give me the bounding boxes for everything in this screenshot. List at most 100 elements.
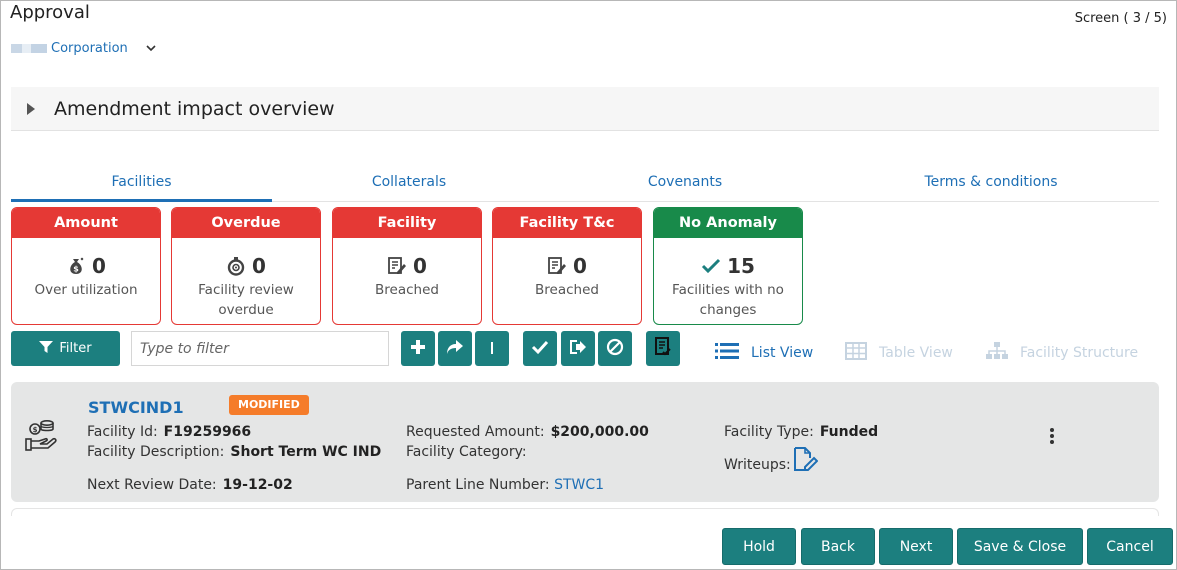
card-value: 0 — [252, 254, 266, 278]
parent-line-label: Parent Line Number: — [406, 477, 550, 493]
filter-label: Filter — [59, 341, 92, 356]
document-edit-icon — [387, 256, 407, 276]
save-close-button[interactable]: Save & Close — [957, 528, 1083, 565]
next-button[interactable]: Next — [879, 528, 953, 565]
table-view-label: Table View — [879, 345, 953, 361]
facility-id-value: F19259966 — [163, 424, 252, 440]
facility-type-row: Facility Type: Funded — [724, 424, 878, 440]
document-edit-icon — [547, 256, 567, 276]
tab-terms-conditions[interactable]: Terms & conditions — [891, 168, 1091, 202]
card-amount[interactable]: Amount $ 0 Over utilization — [11, 207, 161, 325]
parent-line-link[interactable]: STWC1 — [554, 477, 604, 493]
corporation-label: Corporation — [51, 41, 128, 56]
facility-id-label: Facility Id: — [87, 424, 158, 440]
card-overdue[interactable]: Overdue 0 Facility review overdue — [171, 207, 321, 325]
writeups-edit-icon[interactable] — [792, 446, 819, 476]
list-icon — [715, 342, 739, 364]
filter-button[interactable]: Filter — [11, 331, 120, 366]
corporation-selector[interactable]: Corporation — [11, 41, 156, 56]
tab-covenants[interactable]: Covenants — [585, 168, 785, 202]
card-label: Breached — [375, 282, 439, 298]
card-title: Overdue — [172, 208, 320, 238]
card-no-anomaly[interactable]: No Anomaly 15 Facilities with no changes — [653, 207, 803, 325]
screen-indicator: Screen ( 3 / 5) — [1074, 11, 1167, 26]
next-list-item-edge — [11, 508, 1159, 516]
tab-bar: Facilities Collaterals Covenants Terms &… — [11, 168, 1159, 202]
card-title: Facility T&c — [493, 208, 641, 238]
reject-button[interactable] — [598, 331, 632, 366]
table-view-link[interactable]: Table View — [845, 342, 953, 364]
bar-icon — [490, 339, 494, 358]
tab-collaterals[interactable]: Collaterals — [309, 168, 509, 202]
card-value: 0 — [413, 254, 427, 278]
back-button[interactable]: Back — [801, 528, 875, 565]
table-icon — [845, 342, 867, 364]
card-facility-tc[interactable]: Facility T&c 0 Breached — [492, 207, 642, 325]
overview-title: Amendment impact overview — [54, 97, 335, 120]
sign-out-icon — [569, 338, 587, 360]
facility-description-label: Facility Description: — [87, 444, 225, 460]
list-view-link[interactable]: List View — [715, 342, 813, 364]
card-label: Facilities with no changes — [672, 282, 784, 318]
move-button[interactable] — [561, 331, 595, 366]
card-title: Facility Covenants — [333, 208, 481, 261]
cancel-button[interactable]: Cancel — [1087, 528, 1173, 565]
card-facility-covenants[interactable]: Facility Covenants 0 Breached — [332, 207, 482, 325]
more-vertical-icon[interactable] — [1049, 427, 1055, 449]
card-label: Breached — [535, 282, 599, 298]
more-button[interactable] — [475, 331, 509, 366]
card-label: Over utilization — [34, 282, 138, 298]
hold-button[interactable]: Hold — [722, 528, 796, 565]
list-view-label: List View — [751, 345, 814, 361]
facility-category-label: Facility Category: — [406, 444, 527, 460]
facility-type-label: Facility Type: — [724, 424, 814, 440]
facility-category-row: Facility Category: — [406, 444, 533, 460]
requested-amount-value: $200,000.00 — [550, 424, 649, 440]
facility-description-value: Short Term WC IND — [230, 444, 382, 460]
facility-title-link[interactable]: STWCIND1 — [88, 398, 184, 417]
next-review-value: 19-12-02 — [222, 477, 293, 493]
writeups-label: Writeups: — [724, 457, 791, 473]
page-title: Approval — [10, 2, 90, 23]
card-value: 0 — [573, 254, 587, 278]
hierarchy-icon — [986, 342, 1008, 364]
requested-amount-row: Requested Amount: $200,000.00 — [406, 424, 649, 440]
filter-input[interactable] — [131, 331, 389, 366]
modified-badge: MODIFIED — [229, 395, 309, 415]
money-bag-icon: $ — [66, 256, 86, 276]
forward-button[interactable] — [438, 331, 472, 366]
requested-amount-label: Requested Amount: — [406, 424, 545, 440]
next-review-label: Next Review Date: — [87, 477, 217, 493]
ban-icon — [606, 338, 624, 360]
tab-facilities[interactable]: Facilities — [11, 168, 272, 202]
add-button[interactable] — [401, 331, 435, 366]
approve-button[interactable] — [523, 331, 557, 366]
redacted-name — [11, 44, 47, 53]
checkmark-icon — [701, 257, 721, 275]
funnel-icon — [39, 340, 54, 358]
card-title: Amount — [12, 208, 160, 238]
card-title: No Anomaly — [654, 208, 802, 238]
card-value: 0 — [92, 254, 106, 278]
facility-list-item[interactable]: $ STWCIND1 MODIFIED Facility Id: F1925996… — [11, 382, 1159, 502]
stopwatch-icon — [226, 256, 246, 276]
facility-id-row: Facility Id: F19259966 — [87, 424, 251, 440]
chevron-down-icon — [146, 42, 156, 55]
writeups-row: Writeups: — [724, 457, 791, 473]
facility-description-row: Facility Description: Short Term WC IND — [87, 444, 381, 460]
facility-type-value: Funded — [819, 424, 879, 440]
document-button[interactable] — [646, 331, 680, 366]
facility-structure-link[interactable]: Facility Structure — [986, 342, 1138, 364]
checkmark-icon — [531, 339, 549, 359]
card-value: 15 — [727, 254, 755, 278]
document-check-icon — [654, 336, 672, 361]
hand-coins-icon: $ — [25, 417, 59, 457]
facility-structure-label: Facility Structure — [1020, 345, 1139, 361]
svg-text:$: $ — [73, 265, 79, 274]
parent-line-row: Parent Line Number: STWC1 — [406, 477, 604, 493]
next-review-row: Next Review Date: 19-12-02 — [87, 477, 293, 493]
amendment-impact-overview-toggle[interactable]: Amendment impact overview — [11, 87, 1159, 131]
card-label: Facility review overdue — [198, 282, 294, 318]
share-arrow-icon — [446, 339, 464, 359]
plus-icon — [410, 339, 426, 359]
